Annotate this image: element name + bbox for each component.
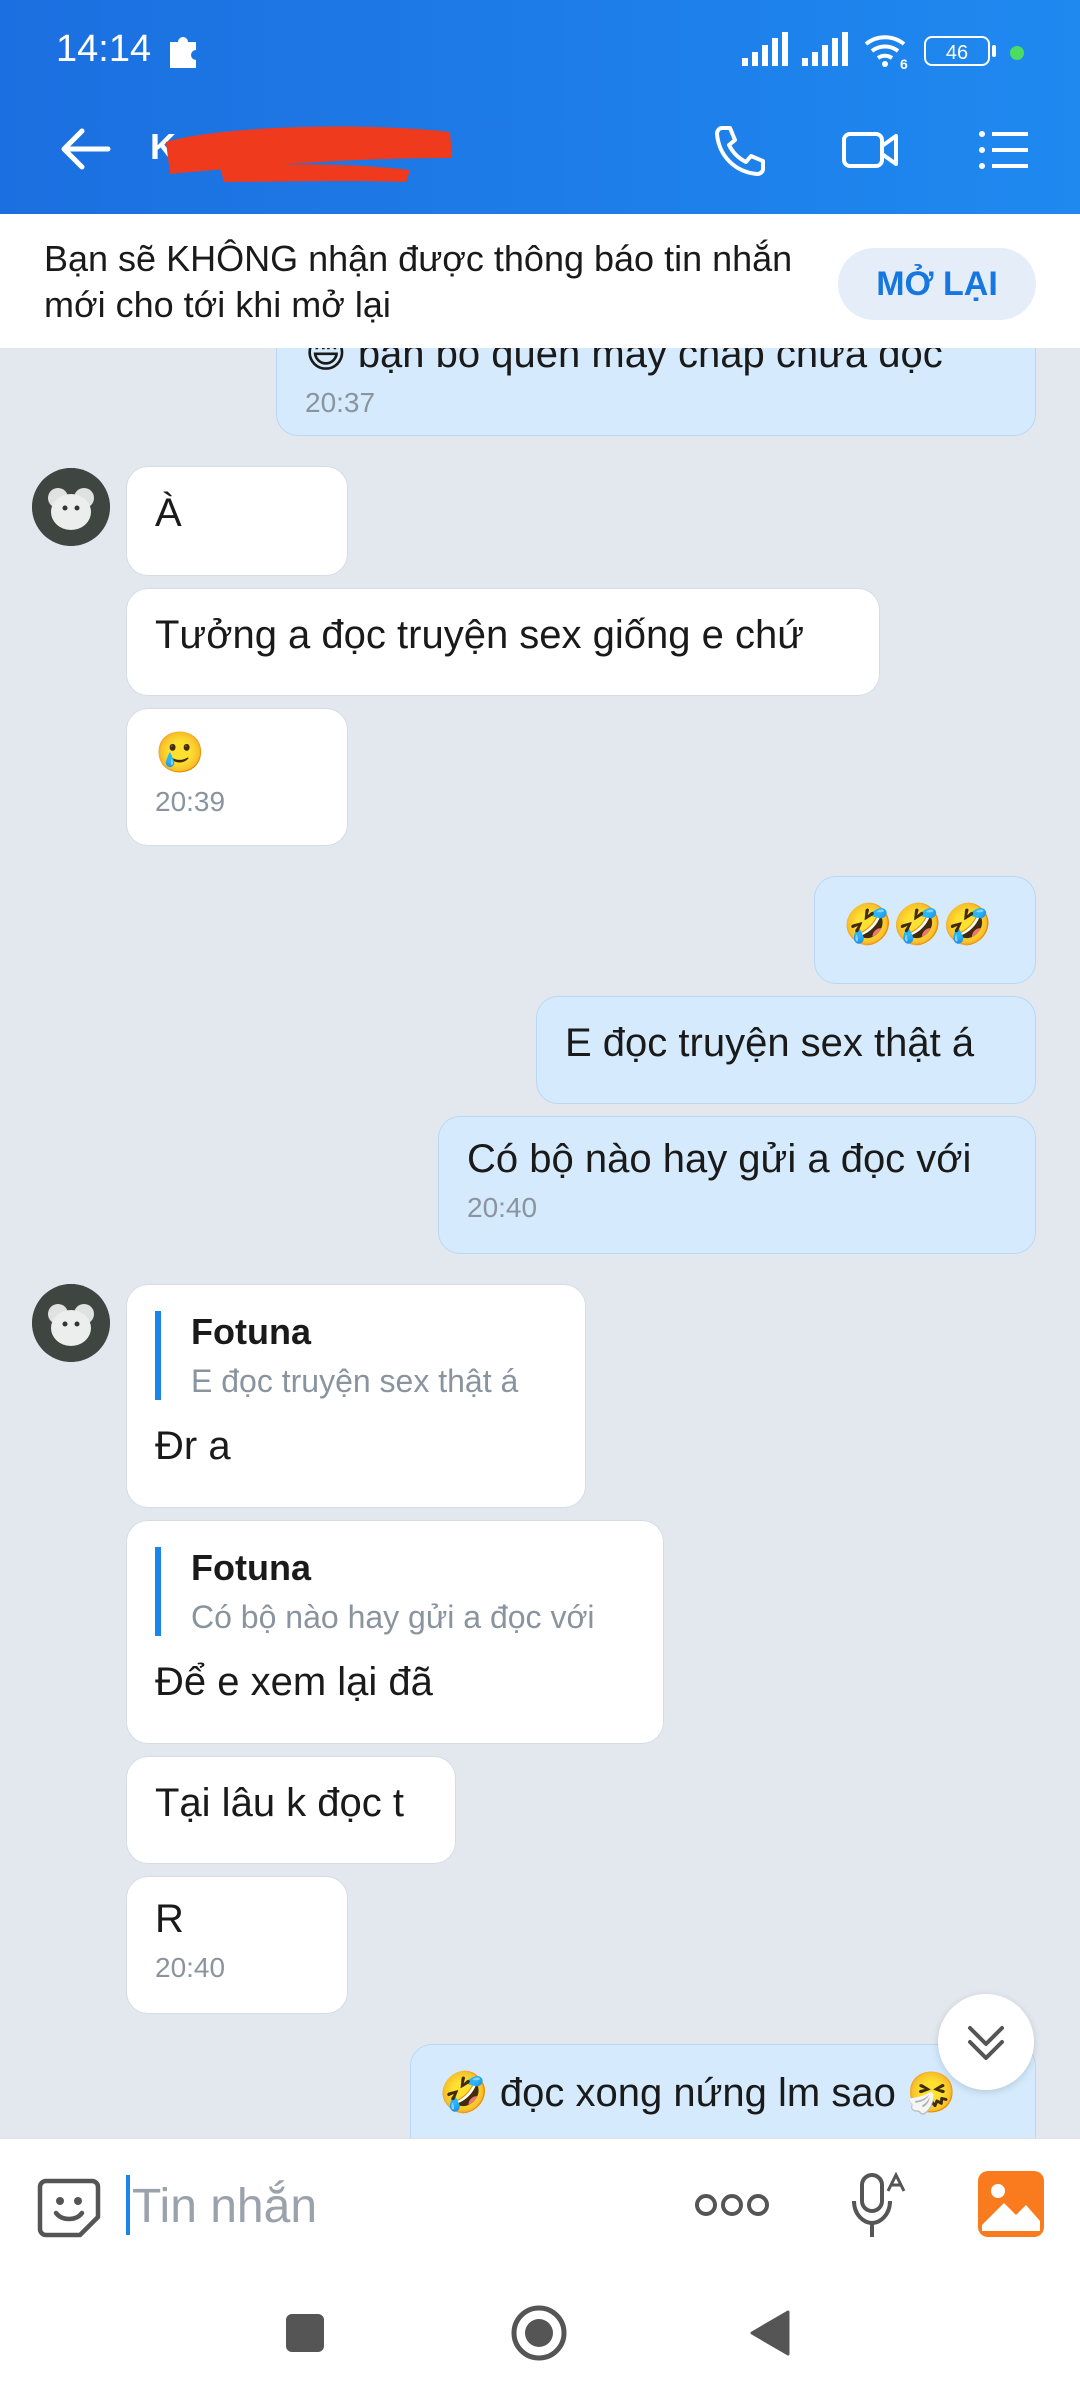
message-input-bar: [0, 2138, 1080, 2271]
back-arrow-icon[interactable]: [56, 124, 116, 174]
active-indicator-dot: [1010, 46, 1024, 60]
message-bubble-outgoing[interactable]: E đọc truyện sex thật á: [536, 996, 1036, 1104]
menu-list-icon[interactable]: [974, 122, 1034, 178]
message-time: 20:37: [305, 387, 376, 418]
message-text: Tại lâu k đọc t: [155, 1781, 405, 1825]
message-text: Đr a: [155, 1424, 231, 1468]
system-navigation-bar: [0, 2270, 1080, 2400]
battery-level: 46: [945, 42, 969, 64]
quoted-message[interactable]: Fotuna Có bộ nào hay gửi a đọc với: [155, 1547, 635, 1636]
phone-icon[interactable]: [708, 122, 768, 178]
wifi-6-label: 6: [900, 56, 908, 72]
signal-icon-2: [802, 32, 848, 66]
message-bubble-incoming[interactable]: Tại lâu k đọc t: [126, 1756, 456, 1864]
message-bubble-reply[interactable]: Fotuna E đọc truyện sex thật á Đr a: [126, 1284, 586, 1508]
notification-muted-banner: Bạn sẽ KHÔNG nhận được thông báo tin nhắ…: [0, 214, 1080, 348]
status-time: 14:14: [56, 28, 152, 70]
voice-text-icon[interactable]: [846, 2171, 906, 2241]
video-call-icon[interactable]: [840, 122, 900, 178]
avatar[interactable]: [32, 468, 110, 546]
chat-messages[interactable]: 😄 bạn bỏ quên mấy chap chưa đọc 20:37 À …: [0, 348, 1080, 2138]
message-text: 😄 bạn bỏ quên mấy chap chưa đọc: [305, 348, 943, 376]
nav-home-icon[interactable]: [510, 2304, 568, 2362]
avatar-image: [32, 1284, 110, 1362]
battery-tip: [992, 45, 996, 57]
quote-author: Fotuna: [191, 1311, 311, 1352]
muted-notice-text: Bạn sẽ KHÔNG nhận được thông báo tin nhắ…: [44, 238, 793, 325]
status-bar: 14:14 6 46: [0, 0, 1080, 84]
gallery-icon[interactable]: [976, 2169, 1046, 2239]
message-text: À: [155, 491, 182, 535]
message-bubble-outgoing[interactable]: 🤣🤣🤣: [814, 876, 1036, 984]
message-time: 20:40: [467, 1192, 538, 1223]
message-bubble-incoming[interactable]: À: [126, 466, 348, 576]
message-text: 🤣 đọc xong nứng lm sao 🤧: [439, 2071, 957, 2115]
puzzle-notification-icon: [170, 37, 196, 68]
nav-back-icon[interactable]: [748, 2308, 792, 2358]
more-dots-icon[interactable]: [694, 2185, 770, 2225]
nav-recents-icon[interactable]: [284, 2312, 326, 2354]
message-input[interactable]: [130, 2173, 654, 2239]
quote-text: E đọc truyện sex thật á: [191, 1363, 519, 1399]
signal-icon-1: [742, 32, 788, 66]
message-time: 20:40: [155, 1952, 226, 1983]
message-text: Tưởng a đọc truyện sex giống e chứ: [155, 613, 805, 657]
message-text: R: [155, 1897, 184, 1941]
reopen-button[interactable]: MỞ LẠI: [838, 248, 1036, 320]
quote-text: Có bộ nào hay gửi a đọc với: [191, 1599, 595, 1635]
message-bubble-outgoing[interactable]: 😄 bạn bỏ quên mấy chap chưa đọc 20:37: [276, 348, 1036, 436]
avatar-image: [32, 468, 110, 546]
scroll-to-bottom-button[interactable]: [938, 1994, 1034, 2090]
message-bubble-incoming[interactable]: Tưởng a đọc truyện sex giống e chứ: [126, 588, 880, 696]
chevron-down-icon: [968, 2026, 1004, 2060]
message-bubble-incoming[interactable]: R 20:40: [126, 1876, 348, 2014]
chat-header: K: [0, 84, 1080, 214]
message-text: Có bộ nào hay gửi a đọc với: [467, 1137, 972, 1181]
battery-icon: 46: [924, 36, 990, 66]
quote-author: Fotuna: [191, 1547, 311, 1588]
message-text: E đọc truyện sex thật á: [565, 1021, 975, 1065]
message-text: 🤣🤣🤣: [843, 903, 993, 947]
message-bubble-incoming[interactable]: 🥲 20:39: [126, 708, 348, 846]
message-text: Để e xem lại đã: [155, 1660, 433, 1704]
message-time: 20:39: [155, 786, 226, 817]
avatar[interactable]: [32, 1284, 110, 1362]
redaction-scribble: [166, 126, 452, 182]
sticker-icon[interactable]: [36, 2175, 102, 2241]
message-bubble-reply[interactable]: Fotuna Có bộ nào hay gửi a đọc với Để e …: [126, 1520, 664, 1744]
message-bubble-outgoing[interactable]: Có bộ nào hay gửi a đọc với 20:40: [438, 1116, 1036, 1254]
message-text: 🥲: [155, 731, 205, 775]
quoted-message[interactable]: Fotuna E đọc truyện sex thật á: [155, 1311, 557, 1400]
